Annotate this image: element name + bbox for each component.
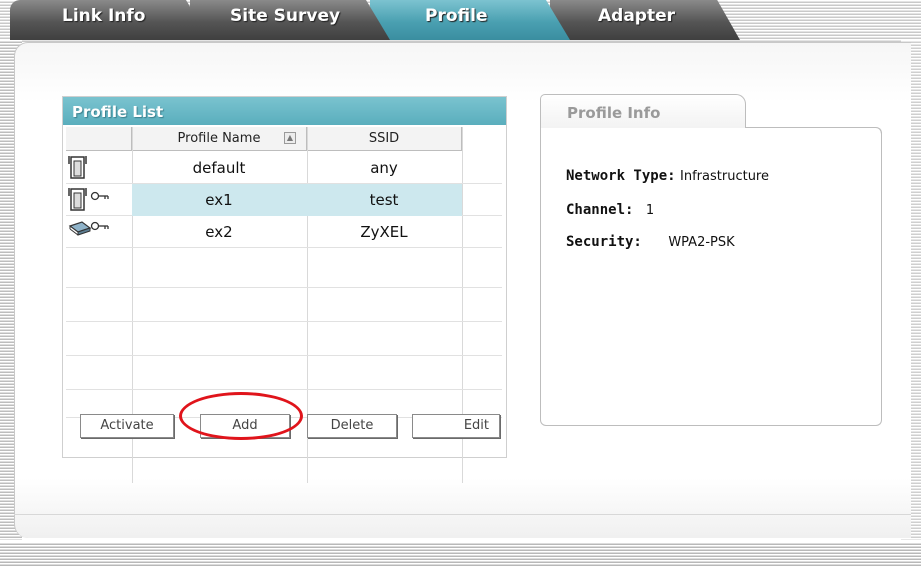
table-row-selected[interactable]: ex1 test — [66, 184, 502, 216]
table-row[interactable]: default any — [66, 152, 502, 184]
tab-label: Profile — [425, 6, 488, 26]
profile-name-cell: ex1 — [205, 191, 233, 209]
channel-row: Channel: 1 — [566, 202, 654, 218]
infrastructure-ap-icon — [68, 156, 87, 179]
security-value: WPA2-PSK — [668, 235, 735, 250]
row-divider — [66, 389, 502, 390]
tab-profile[interactable]: Profile — [370, 0, 570, 40]
row-divider — [66, 355, 502, 356]
network-type-value: Infrastructure — [680, 169, 769, 184]
profile-name-cell: default — [192, 159, 246, 177]
sort-ascending-icon[interactable]: ▲ — [284, 132, 296, 144]
column-header-profile-name[interactable]: Profile Name ▲ — [132, 127, 307, 151]
column-header-ssid[interactable]: SSID — [307, 127, 462, 151]
tab-link-info[interactable]: Link Info — [10, 0, 210, 40]
tab-adapter[interactable]: Adapter — [550, 0, 740, 40]
edit-button[interactable]: Edit — [412, 414, 500, 438]
column-header-label: Profile Name — [177, 131, 261, 146]
profile-list-title: Profile List — [63, 97, 506, 125]
row-divider — [66, 287, 502, 288]
tab-label: Site Survey — [230, 6, 341, 26]
panel-border — [746, 127, 882, 135]
divider — [14, 514, 911, 515]
profile-list-panel: Profile List Profile Name ▲ SSID default… — [62, 96, 507, 483]
tab-label: Adapter — [598, 6, 676, 26]
ssid-cell: any — [370, 159, 398, 177]
add-button[interactable]: Add — [200, 414, 290, 438]
ssid-cell: test — [369, 191, 399, 209]
adhoc-secured-icon — [68, 221, 109, 236]
profile-name-cell: ex2 — [205, 223, 233, 241]
channel-label: Channel: — [566, 202, 634, 218]
table-row[interactable]: ex2 ZyXEL — [66, 216, 502, 248]
ssid-cell: ZyXEL — [360, 223, 408, 241]
app-window: Adapter Profile Site Survey Link Info Pr… — [0, 0, 921, 566]
infrastructure-ap-secured-icon — [68, 188, 109, 211]
delete-button[interactable]: Delete — [307, 414, 397, 438]
network-type-label: Network Type: — [566, 168, 676, 184]
tab-label: Link Info — [62, 6, 146, 26]
channel-value: 1 — [645, 203, 655, 218]
network-type-row: Network Type: Infrastructure — [566, 168, 769, 184]
tab-site-survey[interactable]: Site Survey — [190, 0, 390, 40]
bottom-strip — [0, 542, 921, 566]
security-label: Security: — [566, 234, 642, 250]
row-divider — [66, 321, 502, 322]
security-row: Security: WPA2-PSK — [566, 234, 735, 250]
activate-button[interactable]: Activate — [80, 414, 174, 438]
column-header-icon[interactable] — [66, 127, 132, 151]
profile-info-title: Profile Info — [540, 94, 746, 130]
